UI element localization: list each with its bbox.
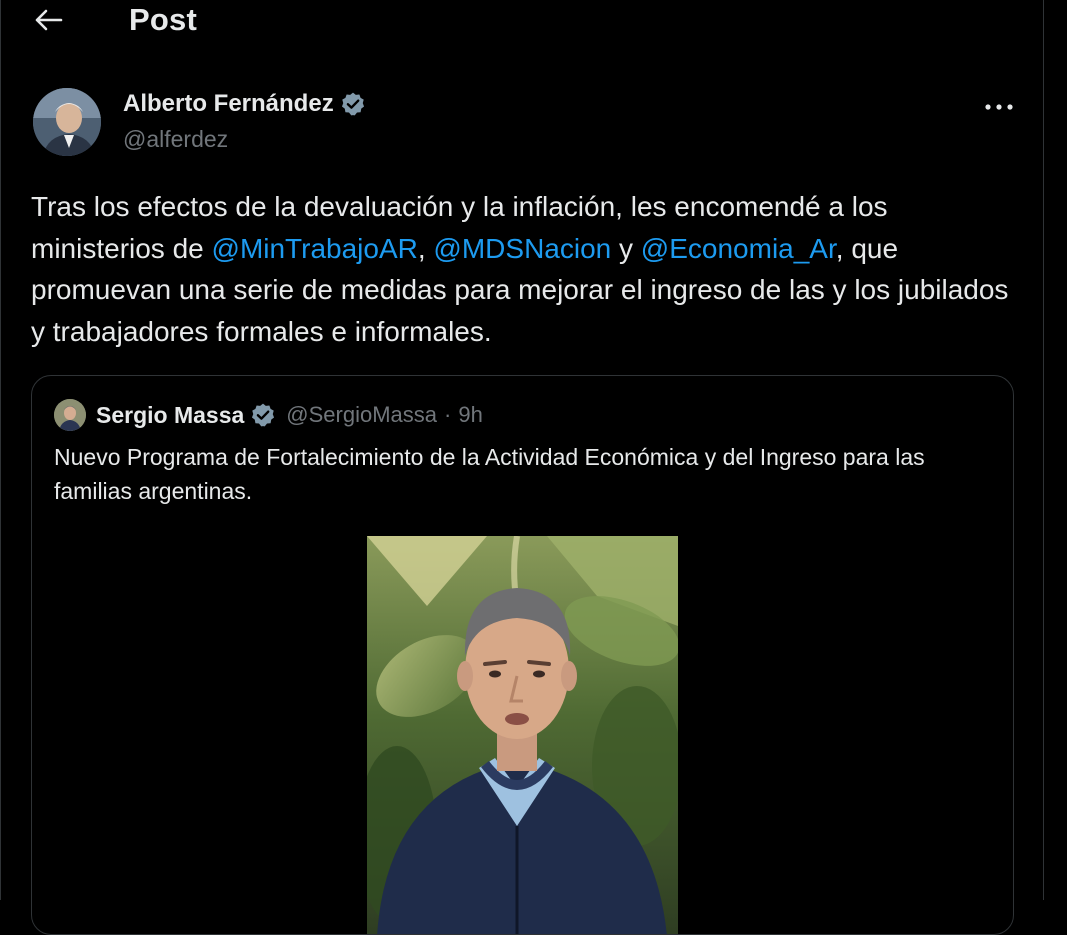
post-page: Post Alberto Fernández @alferdez Tras lo… [0,0,1045,935]
mention-mdsnacion[interactable]: @MDSNacion [433,233,611,264]
quoted-post-video[interactable] [367,536,678,934]
quoted-author-avatar[interactable] [54,399,86,431]
author-avatar[interactable] [33,88,101,156]
post-author: Alberto Fernández @alferdez [33,88,1023,160]
verified-badge-icon [341,92,364,116]
post-text: Tras los efectos de la devaluación y la … [31,186,1021,352]
more-options-button[interactable] [979,92,1019,122]
post-text-part: y [611,232,641,264]
quoted-author-name[interactable]: Sergio Massa [96,402,276,429]
mention-economia-ar[interactable]: @Economia_Ar [641,233,836,264]
quoted-post-card[interactable]: Sergio Massa @SergioMassa · 9h Nuevo Pro… [31,375,1014,935]
mention-mintrabajoar[interactable]: @MinTrabajoAR [212,233,418,264]
quoted-author-handle[interactable]: @SergioMassa [286,402,437,428]
arrow-left-icon [35,9,63,31]
author-handle[interactable]: @alferdez [123,126,228,153]
meta-separator: · [444,402,452,427]
post-text-part: , [417,232,434,264]
more-horizontal-icon [985,104,1013,110]
author-name-text: Alberto Fernández [123,90,334,117]
author-name[interactable]: Alberto Fernández [123,90,366,118]
quoted-post-header: Sergio Massa @SergioMassa · 9h [54,398,483,432]
quoted-author-name-text: Sergio Massa [96,401,245,428]
page-title: Post [129,2,197,37]
back-button[interactable] [29,2,69,38]
video-thumbnail [367,536,678,934]
verified-badge-icon [252,403,275,427]
quoted-post-text: Nuevo Programa de Fortalecimiento de la … [54,444,925,504]
page-header: Post [1,0,1045,44]
quoted-post-time[interactable]: 9h [458,402,482,428]
